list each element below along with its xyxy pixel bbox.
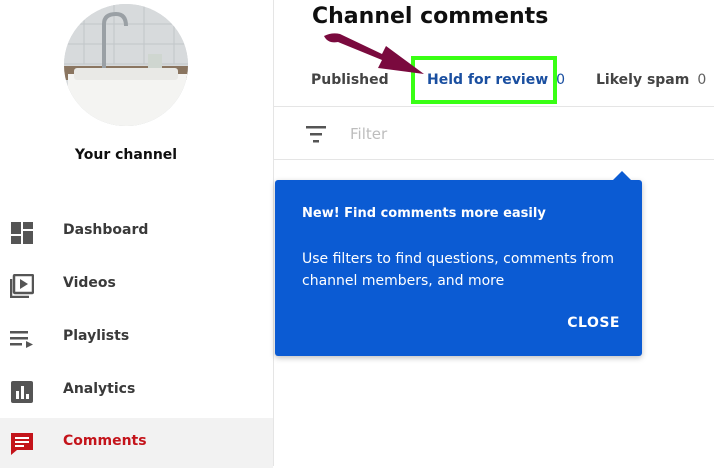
filter-icon[interactable] [304, 123, 328, 145]
tab-label: Likely spam [596, 72, 690, 88]
filter-input[interactable] [348, 123, 652, 145]
avatar[interactable] [64, 4, 188, 126]
tab-count: 0 [697, 72, 707, 88]
sidebar-item-dashboard[interactable]: Dashboard [0, 207, 273, 257]
sidebar-item-playlists[interactable]: Playlists [0, 313, 273, 363]
comments-icon [11, 433, 33, 455]
annotation-arrow-icon [324, 33, 424, 74]
playlist-icon [10, 331, 33, 348]
highlight-box [411, 56, 557, 104]
popup-body: Use filters to find questions, comments … [302, 251, 614, 289]
tab-likely-spam[interactable]: Likely spam 0 [596, 72, 706, 88]
sidebar-item-label: Videos [63, 275, 116, 291]
video-icon [10, 274, 34, 298]
sidebar-item-label: Comments [63, 433, 147, 449]
popup-title: New! Find comments more easily [302, 206, 546, 221]
sidebar-item-label: Playlists [63, 328, 130, 344]
sidebar-item-videos[interactable]: Videos [0, 260, 273, 310]
filter-bar [274, 107, 714, 160]
tab-count: 0 [556, 72, 566, 88]
close-button[interactable]: CLOSE [567, 315, 620, 331]
sidebar-item-comments[interactable]: Comments [0, 418, 273, 468]
sidebar-item-label: Analytics [63, 381, 136, 397]
channel-name: Your channel [74, 147, 178, 163]
sidebar-item-label: Dashboard [63, 222, 149, 238]
sidebar-item-analytics[interactable]: Analytics [0, 366, 273, 416]
feature-tip-popup: New! Find comments more easily Use filte… [275, 171, 642, 356]
sidebar: Your channel Dashboard Videos Playlists [0, 0, 274, 468]
page-title: Channel comments [312, 4, 549, 29]
channel-avatar-image [64, 4, 188, 126]
analytics-icon [11, 381, 33, 403]
dashboard-icon [11, 222, 33, 244]
